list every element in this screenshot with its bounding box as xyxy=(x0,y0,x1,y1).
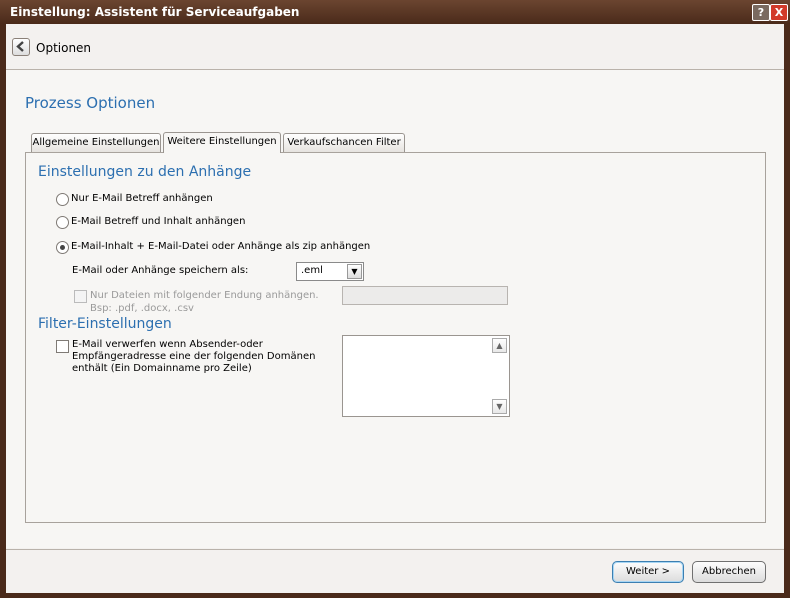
help-button[interactable]: ? xyxy=(752,4,770,21)
close-icon: X xyxy=(774,6,784,19)
only-extension-checkbox[interactable] xyxy=(74,290,87,303)
close-button[interactable]: X xyxy=(770,4,788,21)
extension-input[interactable] xyxy=(342,286,508,305)
tab-allgemeine-einstellungen[interactable]: Allgemeine Einstellungen xyxy=(31,133,161,152)
next-button[interactable]: Weiter > xyxy=(612,561,684,583)
only-extension-example: Bsp: .pdf, .docx, .csv xyxy=(90,303,194,314)
radio-body-and-zip[interactable] xyxy=(56,241,69,254)
back-button[interactable] xyxy=(12,38,30,56)
radio-subject-only-label: Nur E-Mail Betreff anhängen xyxy=(71,193,213,204)
discard-email-label-line2: Empfängeradresse eine der folgenden Domä… xyxy=(72,351,316,362)
attachments-section-title: Einstellungen zu den Anhänge xyxy=(38,164,252,180)
save-as-label: E-Mail oder Anhänge speichern als: xyxy=(72,265,249,276)
scroll-down-icon[interactable]: ▼ xyxy=(492,399,507,414)
window-title: Einstellung: Assistent für Serviceaufgab… xyxy=(10,5,300,19)
chevron-down-icon: ▼ xyxy=(347,264,362,279)
title-bar[interactable]: Einstellung: Assistent für Serviceaufgab… xyxy=(0,0,790,24)
cancel-button[interactable]: Abbrechen xyxy=(692,561,766,583)
only-extension-label: Nur Dateien mit folgender Endung anhänge… xyxy=(90,290,319,301)
main-content: Prozess Optionen Allgemeine Einstellunge… xyxy=(6,70,784,548)
breadcrumb: Optionen xyxy=(36,41,92,55)
tab-panel: Einstellungen zu den Anhänge Nur E-Mail … xyxy=(25,152,766,523)
domains-textarea[interactable]: ▲ ▼ xyxy=(342,335,510,417)
discard-email-label-line1: E-Mail verwerfen wenn Absender-oder xyxy=(72,339,263,350)
button-bar: Weiter > Abbrechen xyxy=(6,549,784,593)
radio-subject-only[interactable] xyxy=(56,193,69,206)
radio-subject-and-body-label: E-Mail Betreff und Inhalt anhängen xyxy=(71,216,246,227)
tab-weitere-einstellungen[interactable]: Weitere Einstellungen xyxy=(163,132,281,153)
tab-verkaufschancen-filter[interactable]: Verkaufschancen Filter xyxy=(283,133,405,152)
navigation-bar: Optionen xyxy=(6,24,784,70)
scroll-up-icon[interactable]: ▲ xyxy=(492,338,507,353)
discard-email-label-line3: enthält (Ein Domainname pro Zeile) xyxy=(72,363,252,374)
save-as-select[interactable]: .eml ▼ xyxy=(296,262,364,281)
save-as-value: .eml xyxy=(301,265,323,276)
dialog-client: Optionen Prozess Optionen Allgemeine Ein… xyxy=(6,24,784,593)
discard-email-checkbox[interactable] xyxy=(56,340,69,353)
radio-body-and-zip-label: E-Mail-Inhalt + E-Mail-Datei oder Anhäng… xyxy=(71,241,371,252)
radio-subject-and-body[interactable] xyxy=(56,216,69,229)
help-icon: ? xyxy=(757,6,765,19)
chevron-left-icon xyxy=(16,41,24,52)
dialog-window: Einstellung: Assistent für Serviceaufgab… xyxy=(0,0,790,598)
page-title: Prozess Optionen xyxy=(25,94,156,112)
filter-section-title: Filter-Einstellungen xyxy=(38,316,172,332)
